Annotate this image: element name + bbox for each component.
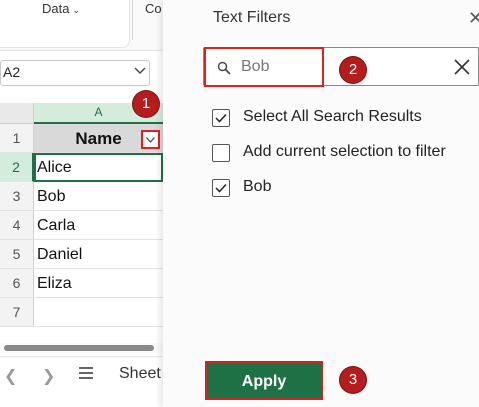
ribbon-divider [132, 0, 133, 40]
add-selection-label[interactable]: Add current selection to filter [243, 143, 446, 161]
filter-dropdown-button[interactable] [141, 130, 160, 149]
row-header[interactable]: 5 [0, 240, 34, 269]
select-all-corner[interactable] [0, 103, 34, 124]
step-marker-1: 1 [133, 91, 159, 117]
table-cell[interactable]: Carla [34, 211, 163, 240]
search-highlight-box [204, 47, 324, 87]
data-menu-button[interactable]: Data ⌄ [42, 1, 80, 16]
apply-button[interactable]: Apply [205, 361, 323, 400]
table-cell[interactable]: Daniel [34, 240, 163, 269]
bob-checkbox[interactable] [212, 179, 230, 197]
name-box-value: A2 [3, 64, 21, 80]
chevron-down-icon [146, 137, 155, 143]
sheet-tab[interactable]: Sheet [119, 365, 161, 383]
step-marker-2: 2 [340, 57, 366, 83]
table-cell[interactable]: Eliza [34, 269, 163, 298]
checkmark-icon [215, 183, 227, 193]
table-cell[interactable]: Bob [34, 182, 163, 211]
select-all-checkbox[interactable] [212, 109, 230, 127]
step-marker-3: 3 [340, 367, 366, 393]
row-header[interactable]: 7 [0, 298, 34, 327]
bob-label[interactable]: Bob [243, 178, 271, 196]
checkmark-icon [215, 113, 227, 123]
pane-title: Text Filters [213, 9, 291, 26]
table-cell[interactable] [34, 298, 163, 327]
chevron-down-icon: ⌄ [72, 5, 81, 15]
select-all-label[interactable]: Select All Search Results [243, 108, 422, 126]
menu-icon[interactable] [78, 366, 94, 380]
data-menu-label: Data [42, 1, 70, 16]
row-header[interactable]: 3 [0, 182, 34, 211]
add-selection-checkbox[interactable] [212, 144, 230, 162]
chevron-down-icon[interactable] [134, 64, 146, 78]
table-cell[interactable]: Alice [34, 153, 163, 182]
row-header[interactable]: 2 [0, 153, 34, 182]
chevron-left-icon[interactable]: ❮ [4, 366, 17, 386]
clear-icon[interactable] [453, 58, 471, 76]
row-header[interactable]: 6 [0, 269, 34, 298]
chevron-right-icon[interactable]: ❯ [42, 366, 55, 386]
row-header[interactable]: 4 [0, 211, 34, 240]
name-box[interactable] [0, 60, 150, 86]
row-header[interactable]: 1 [0, 124, 34, 153]
scrollbar-thumb[interactable] [4, 345, 154, 351]
close-icon[interactable]: ✕ [468, 8, 479, 29]
ribbon-co-label[interactable]: Co [145, 1, 162, 16]
